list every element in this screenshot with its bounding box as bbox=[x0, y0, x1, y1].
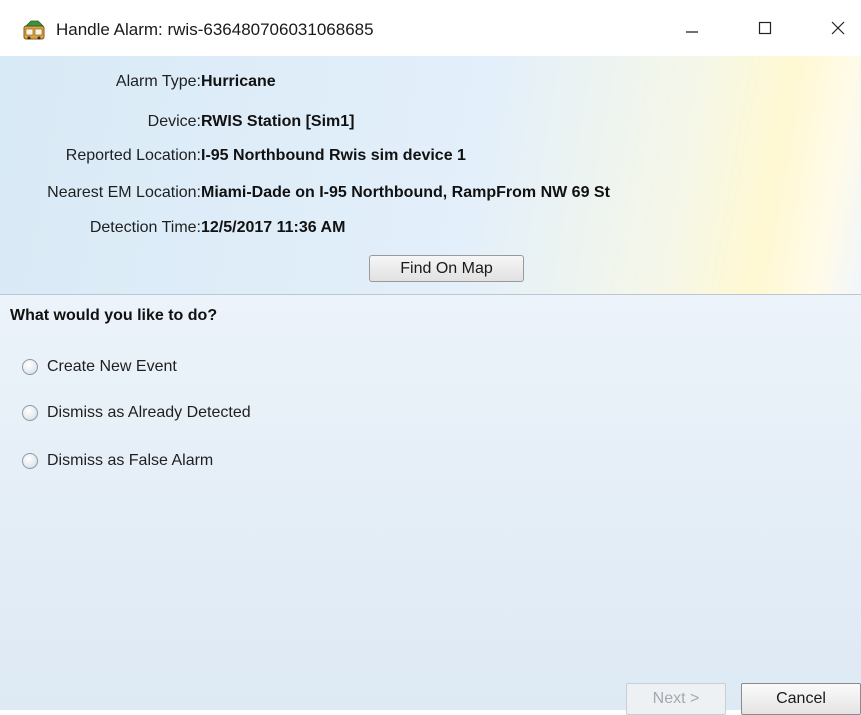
device-label: Device: bbox=[147, 113, 201, 130]
radio-button[interactable] bbox=[22, 405, 38, 421]
minimize-button[interactable] bbox=[672, 14, 712, 46]
dismiss-already-detected-option[interactable]: Dismiss as Already Detected bbox=[22, 401, 251, 425]
maximize-button[interactable] bbox=[745, 14, 785, 46]
handle-alarm-window: Handle Alarm: rwis-636480706031068685 Al… bbox=[0, 0, 861, 715]
nearest-em-location-value: Miami-Dade on I-95 Northbound, RampFrom … bbox=[201, 184, 610, 201]
next-button[interactable]: Next > bbox=[626, 683, 726, 715]
nearest-em-location-label: Nearest EM Location: bbox=[47, 184, 201, 201]
radio-button[interactable] bbox=[22, 453, 38, 469]
nearest-em-location-row: Nearest EM Location: Miami-Dade on I-95 … bbox=[0, 184, 610, 208]
alarm-type-row: Alarm Type: Hurricane bbox=[0, 73, 276, 97]
maximize-icon bbox=[757, 20, 773, 41]
dismiss-false-alarm-option[interactable]: Dismiss as False Alarm bbox=[22, 449, 213, 473]
device-value: RWIS Station [Sim1] bbox=[201, 113, 355, 130]
reported-location-label: Reported Location: bbox=[65, 147, 201, 164]
create-new-event-label[interactable]: Create New Event bbox=[47, 358, 177, 376]
dismiss-already-detected-label[interactable]: Dismiss as Already Detected bbox=[47, 404, 251, 422]
reported-location-row: Reported Location: I-95 Northbound Rwis … bbox=[0, 147, 466, 171]
alarm-type-value: Hurricane bbox=[201, 73, 276, 90]
reported-location-value: I-95 Northbound Rwis sim device 1 bbox=[201, 147, 466, 164]
window-title: Handle Alarm: rwis-636480706031068685 bbox=[56, 20, 374, 39]
dismiss-false-alarm-label[interactable]: Dismiss as False Alarm bbox=[47, 452, 213, 470]
radio-button[interactable] bbox=[22, 359, 38, 375]
alarm-type-label: Alarm Type: bbox=[115, 73, 201, 90]
cancel-button[interactable]: Cancel bbox=[741, 683, 861, 715]
create-new-event-option[interactable]: Create New Event bbox=[22, 355, 177, 379]
close-icon bbox=[830, 20, 846, 41]
detection-time-value: 12/5/2017 11:36 AM bbox=[201, 219, 346, 236]
find-on-map-button[interactable]: Find On Map bbox=[369, 255, 524, 282]
alarm-app-icon bbox=[23, 20, 47, 40]
detection-time-label: Detection Time: bbox=[89, 219, 201, 236]
detection-time-row: Detection Time: 12/5/2017 11:36 AM bbox=[0, 219, 346, 243]
minimize-icon bbox=[684, 20, 700, 41]
alarm-details-panel: Alarm Type: Hurricane Device: RWIS Stati… bbox=[0, 56, 861, 295]
action-options-panel: What would you like to do? Create New Ev… bbox=[0, 295, 861, 715]
title-bar[interactable]: Handle Alarm: rwis-636480706031068685 bbox=[0, 0, 861, 56]
close-button[interactable] bbox=[818, 14, 858, 46]
action-question: What would you like to do? bbox=[10, 307, 218, 324]
device-row: Device: RWIS Station [Sim1] bbox=[0, 113, 355, 137]
